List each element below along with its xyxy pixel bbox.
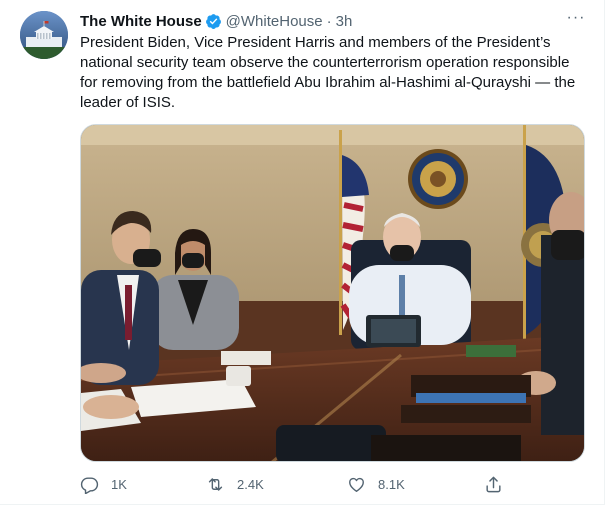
tweet-photo[interactable] bbox=[80, 124, 585, 462]
retweet-button[interactable]: 2.4K bbox=[206, 470, 264, 498]
retweet-icon bbox=[208, 477, 223, 491]
next-tweet-edge bbox=[0, 505, 606, 518]
tweet-text: President Biden, Vice President Harris a… bbox=[80, 34, 576, 111]
like-button[interactable]: 8.1K bbox=[347, 470, 405, 498]
verified-badge-icon bbox=[205, 13, 221, 29]
heart-icon bbox=[349, 477, 364, 492]
tweet-card[interactable]: The White House @WhiteHouse · 3h ··· Pre… bbox=[0, 0, 605, 505]
reply-button[interactable]: 1K bbox=[80, 470, 127, 498]
white-house-avatar-image bbox=[20, 11, 68, 59]
reply-icon bbox=[80, 476, 99, 494]
separator-dot: · bbox=[326, 12, 332, 30]
more-icon[interactable]: ··· bbox=[566, 10, 586, 28]
timestamp[interactable]: 3h bbox=[336, 13, 353, 30]
like-count: 8.1K bbox=[378, 476, 405, 492]
author-name[interactable]: The White House bbox=[80, 13, 202, 30]
retweet-count: 2.4K bbox=[237, 476, 264, 492]
situation-room-photo bbox=[81, 125, 584, 461]
author-handle[interactable]: @WhiteHouse bbox=[226, 13, 323, 30]
avatar[interactable] bbox=[20, 11, 68, 59]
reply-count: 1K bbox=[111, 476, 127, 492]
action-bar: 1K 2.4K 8.1K bbox=[80, 470, 510, 498]
share-icon bbox=[486, 476, 501, 492]
tweet-header: The White House @WhiteHouse · 3h bbox=[80, 11, 352, 31]
share-button[interactable] bbox=[484, 470, 515, 498]
